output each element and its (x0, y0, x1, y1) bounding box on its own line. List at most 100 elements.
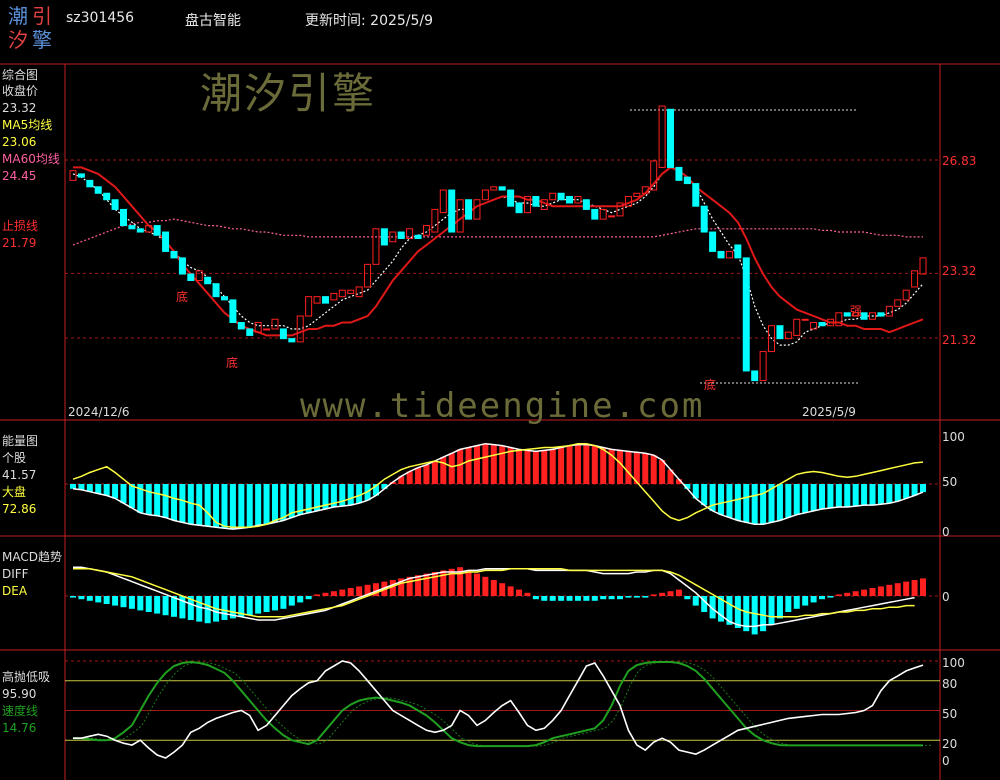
macd-bar (70, 596, 76, 598)
macd-bar (145, 596, 152, 612)
macd-bar (221, 596, 228, 620)
energy-bar (524, 450, 531, 484)
macd-bar (835, 594, 842, 596)
macd-bar (423, 573, 430, 596)
macd-bar (314, 594, 321, 596)
gp-tick: 0 (942, 754, 950, 768)
macd-bar (600, 596, 607, 600)
macd-bar (415, 575, 422, 596)
macd-bar (633, 596, 640, 598)
energy-bar (894, 484, 901, 502)
energy-bar (473, 445, 480, 484)
candle (103, 192, 111, 201)
candle (557, 192, 565, 201)
energy-bar (482, 443, 489, 484)
macd-bar (608, 596, 615, 600)
candle (717, 250, 725, 259)
macd-bar (482, 576, 489, 596)
y-tick: 23.32 (942, 264, 977, 278)
candle (229, 299, 237, 323)
candle (515, 202, 523, 214)
macd-bar (263, 596, 270, 612)
energy-bar (760, 484, 767, 525)
bottom-mark: 底 (176, 290, 189, 304)
macd-bar (574, 596, 581, 601)
energy-bar (145, 484, 152, 515)
candle (566, 196, 574, 204)
candle (364, 263, 372, 288)
energy-bar (541, 450, 548, 484)
energy-bar (179, 484, 186, 523)
macd-bar (473, 573, 480, 596)
macd-bar (810, 596, 817, 603)
gp-tick: 80 (942, 677, 958, 691)
ma60-label: MA60均线 (2, 152, 60, 166)
candle (170, 250, 178, 259)
date-start: 2024/12/6 (68, 405, 130, 419)
macd-bar (886, 584, 893, 596)
candle (481, 189, 489, 201)
macd-bar (659, 592, 666, 596)
energy-bar (600, 447, 607, 484)
bottom-mark: 底 (226, 356, 239, 370)
bottom-mark: 底 (704, 378, 717, 392)
energy-bar (448, 453, 455, 484)
candle (439, 189, 447, 214)
candle (801, 318, 809, 321)
macd-bar (768, 596, 775, 625)
macd-bar (844, 592, 851, 596)
candle (338, 289, 346, 298)
candle (776, 325, 784, 340)
macd-bar (785, 596, 792, 612)
energy-bar (154, 484, 161, 516)
energy-bar (103, 484, 110, 496)
candle (111, 199, 119, 210)
macd-bar (751, 596, 758, 635)
macd-bar (793, 596, 800, 609)
energy-bar (911, 484, 918, 496)
energy-bar (701, 484, 708, 506)
y-tick: 26.83 (942, 154, 977, 168)
energy-bar (869, 484, 876, 506)
energy-bar (356, 484, 363, 504)
candle (153, 225, 161, 236)
gp-title: 高抛低吸 (2, 670, 51, 684)
candle (591, 208, 599, 220)
candle (237, 321, 245, 330)
candle (683, 176, 691, 185)
macd-bar (642, 596, 649, 598)
energy-bar (574, 444, 581, 484)
macd-bar (776, 596, 783, 619)
macd-dea-label: DEA (2, 584, 28, 598)
candle (448, 189, 456, 233)
energy-title: 能量图 (2, 434, 39, 448)
macd-bar (819, 596, 826, 600)
stop-value: 21.79 (2, 236, 37, 250)
energy-bar (339, 484, 346, 507)
candle (532, 196, 540, 207)
energy-bar (591, 445, 598, 484)
macd-bar (297, 596, 304, 603)
candle (919, 257, 927, 275)
macd-bar (246, 596, 253, 616)
gp-main-line (73, 660, 924, 759)
energy-bar (440, 457, 447, 484)
macd-bar (549, 596, 556, 601)
candle (633, 192, 641, 198)
strong-mark: 强 (850, 304, 863, 318)
energy-bar (162, 484, 169, 518)
date-end: 2025/5/9 (802, 405, 856, 419)
macd-bar (617, 596, 624, 600)
macd-bar (827, 596, 834, 598)
macd-bar (288, 596, 295, 606)
macd-bar (903, 581, 910, 596)
ma60-value: 24.45 (2, 169, 37, 183)
macd-bar (566, 596, 573, 601)
candle (414, 234, 422, 240)
energy-bar (835, 484, 842, 508)
energy-tick: 50 (942, 475, 958, 489)
energy-tick: 100 (942, 430, 965, 444)
macd-bar (196, 596, 203, 622)
macd-bar (322, 592, 329, 596)
candle (397, 231, 405, 240)
